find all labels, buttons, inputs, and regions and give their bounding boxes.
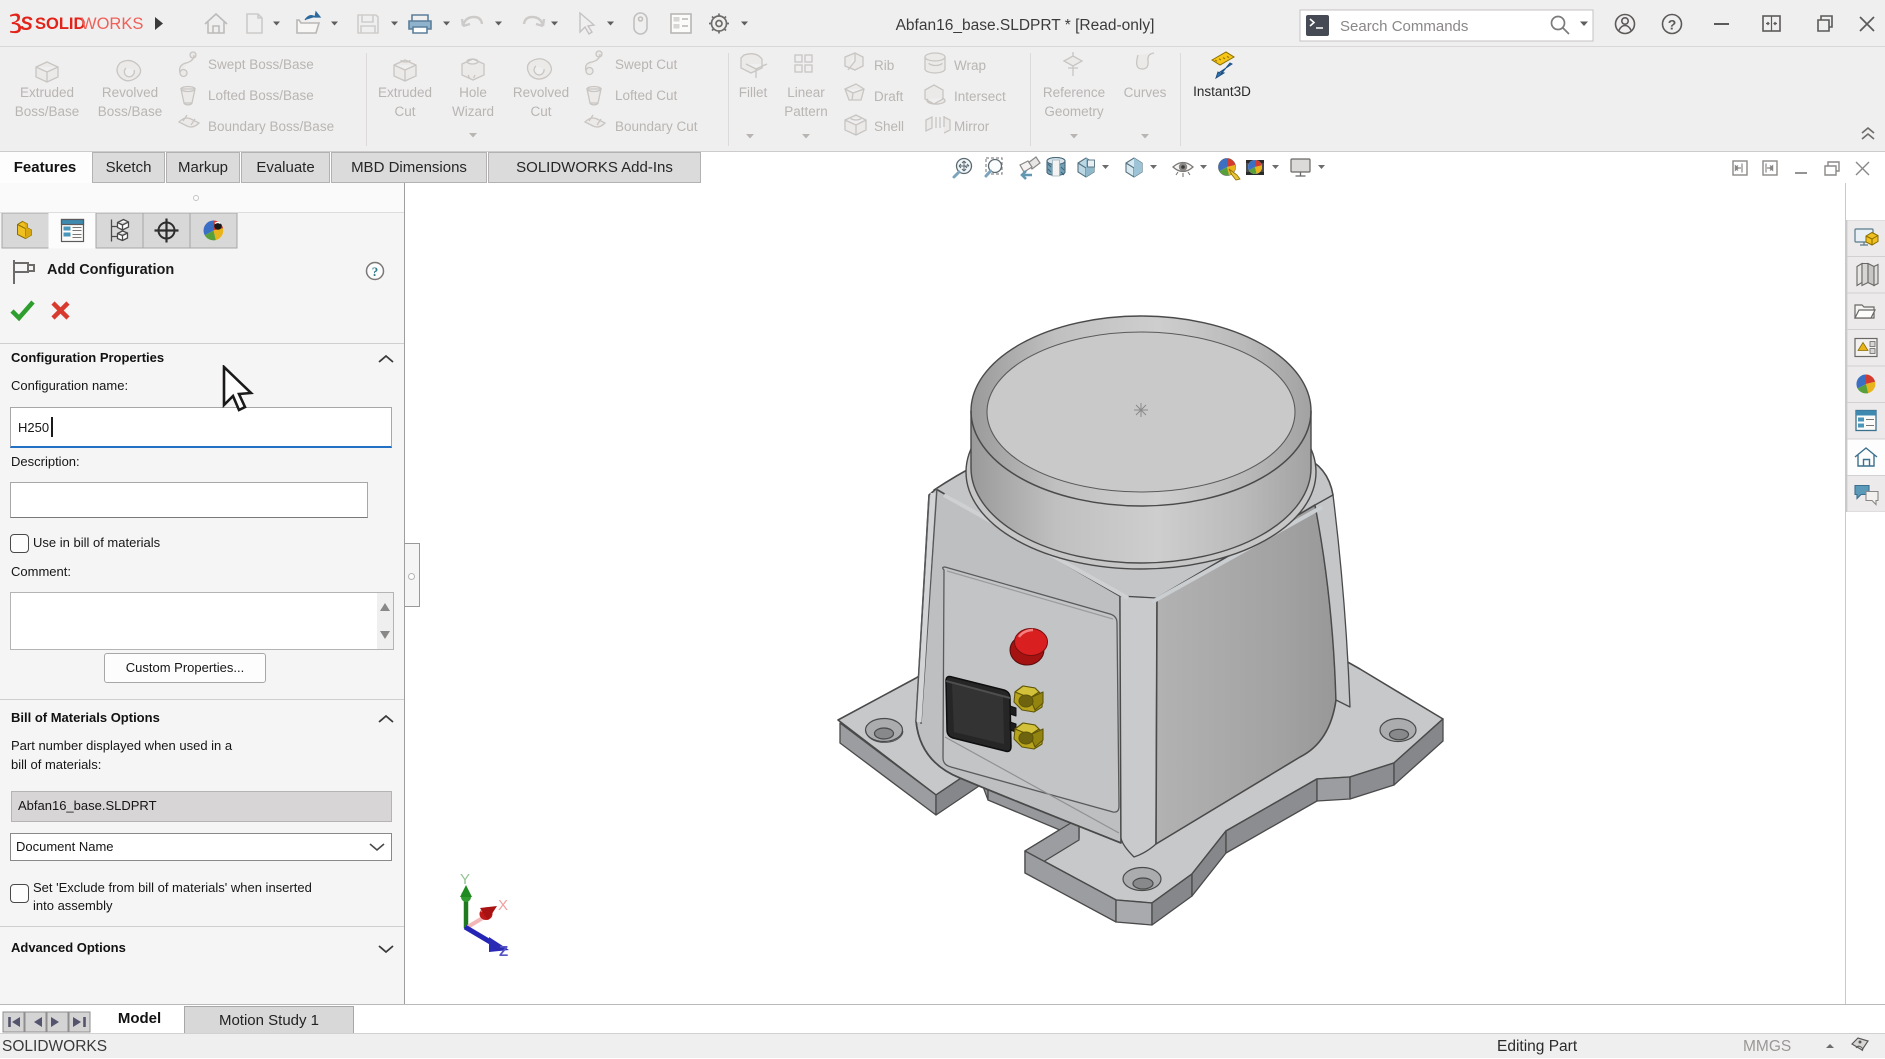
svg-text:S: S	[20, 14, 33, 35]
svg-text:SOLID: SOLID	[35, 15, 86, 33]
svg-text:Abfan16_base.SLDPRT * [Read-on: Abfan16_base.SLDPRT * [Read-only]	[896, 17, 1155, 34]
svg-text:?: ?	[1668, 17, 1677, 33]
svg-text:?: ?	[372, 264, 379, 279]
svg-text:Search Commands: Search Commands	[1340, 18, 1468, 35]
svg-text:WORKS: WORKS	[81, 15, 143, 33]
